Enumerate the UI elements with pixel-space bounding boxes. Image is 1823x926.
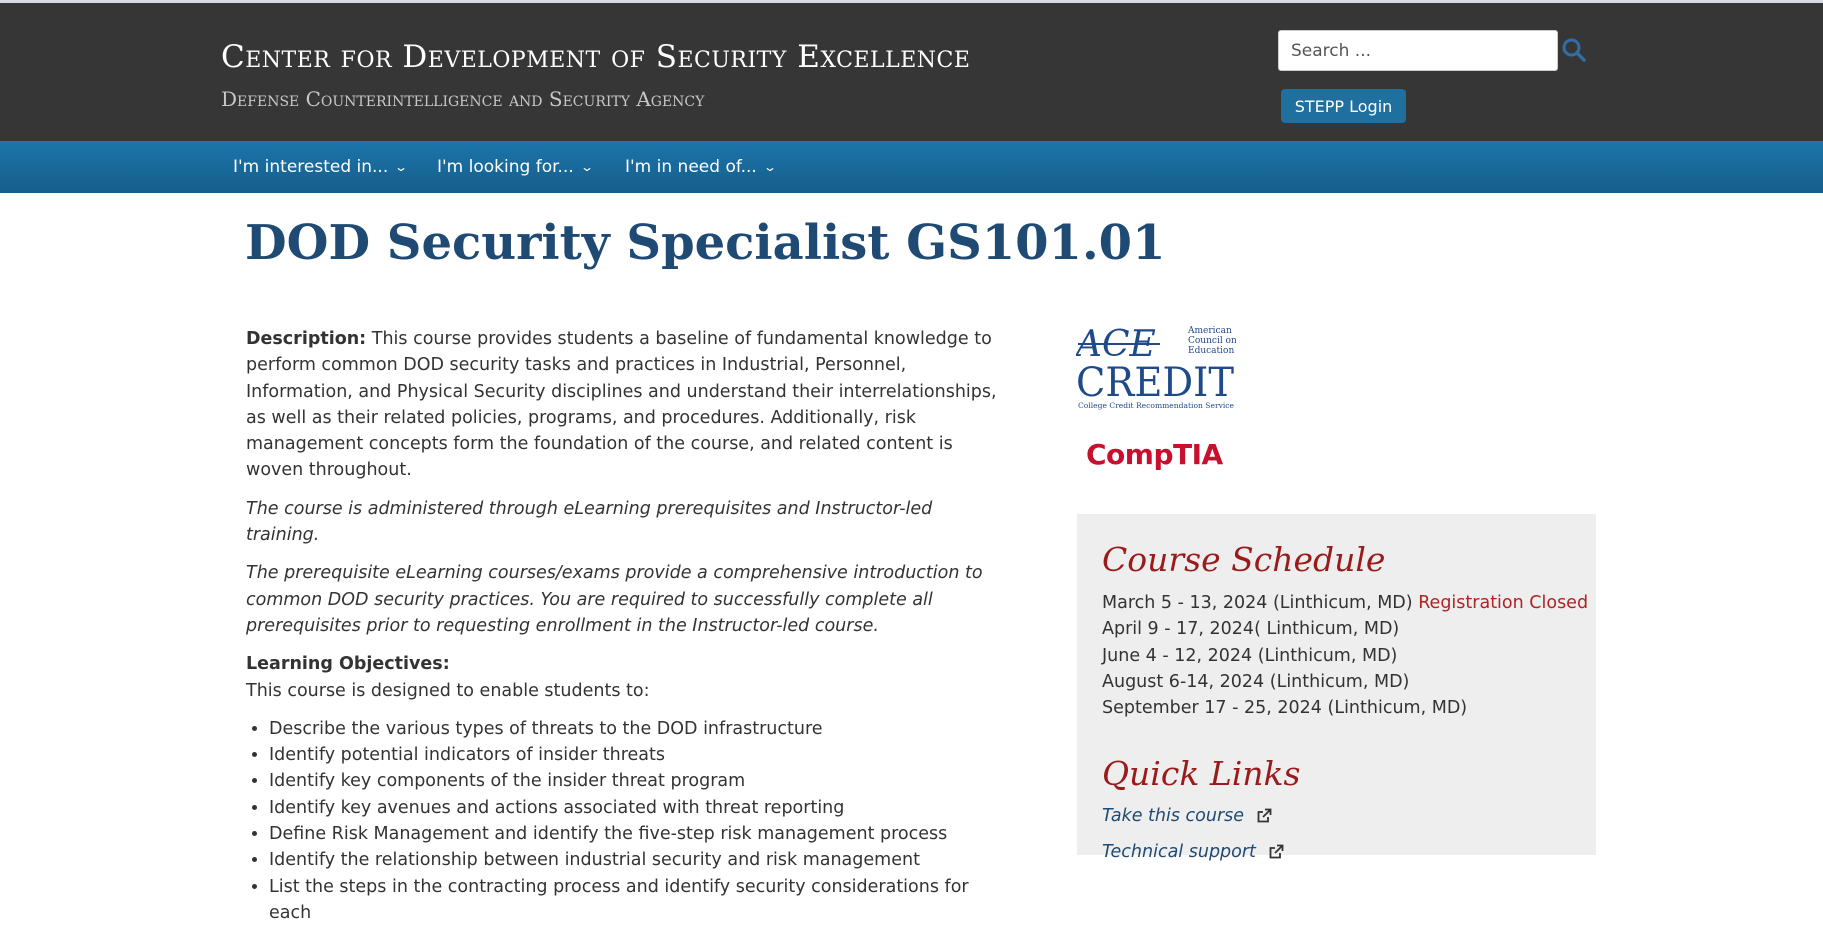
list-item: Describe the various types of threats to… — [269, 716, 1011, 742]
site-subtitle: Defense Counterintelligence and Security… — [221, 87, 705, 111]
learning-objectives-list: Describe the various types of threats to… — [246, 716, 1011, 926]
nav-item-looking-for[interactable]: I'm looking for... ⌄ — [437, 141, 594, 193]
administered-note: The course is administered through eLear… — [246, 498, 933, 546]
list-item: Identify key components of the insider t… — [269, 768, 1011, 794]
site-title[interactable]: Center for Development of Security Excel… — [221, 39, 970, 75]
ace-tagline: College Credit Recommendation Service — [1078, 401, 1235, 410]
list-item: Define Risk Management and identify the … — [269, 821, 1011, 847]
status-badge: Registration Closed — [1418, 593, 1589, 613]
nav-item-label: I'm in need of... — [625, 157, 757, 177]
list-item: Identify key avenues and actions associa… — [269, 795, 1011, 821]
ace-org-line: American — [1187, 326, 1232, 336]
list-item: August 6-14, 2024 (Linthicum, MD) — [1102, 669, 1588, 695]
list-item: Identify potential indicators of insider… — [269, 742, 1011, 768]
nav-item-label: I'm looking for... — [437, 157, 574, 177]
quick-link-label: Technical support — [1102, 842, 1256, 862]
list-item: March 5 - 13, 2024 (Linthicum, MD) Regis… — [1102, 590, 1588, 616]
schedule-date: June 4 - 12, 2024 (Linthicum, MD) — [1102, 645, 1398, 666]
prerequisite-note: The prerequisite eLearning courses/exams… — [246, 563, 983, 636]
schedule-date: August 6-14, 2024 (Linthicum, MD) — [1102, 671, 1410, 692]
chevron-down-icon: ⌄ — [579, 160, 594, 174]
ace-credit-logo: ACE American Council on Education CREDIT… — [1076, 324, 1236, 410]
search-icon — [1562, 38, 1586, 62]
external-link-icon — [1257, 808, 1272, 823]
schedule-date: September 17 - 25, 2024 (Linthicum, MD) — [1102, 698, 1468, 719]
comptia-logo-text: CompTIA — [1086, 438, 1223, 471]
learning-objectives-intro: This course is designed to enable studen… — [246, 680, 650, 701]
nav-item-in-need-of[interactable]: I'm in need of... ⌄ — [625, 141, 777, 193]
search-button[interactable] — [1560, 37, 1588, 65]
search-input[interactable] — [1278, 30, 1558, 71]
course-schedule-list: March 5 - 13, 2024 (Linthicum, MD) Regis… — [1102, 590, 1588, 721]
comptia-logo: CompTIA — [1086, 438, 1223, 471]
schedule-date: March 5 - 13, 2024 (Linthicum, MD) — [1102, 593, 1413, 613]
site-header: Center for Development of Security Excel… — [0, 3, 1823, 141]
quick-links-heading: Quick Links — [1102, 754, 1301, 793]
external-link-icon — [1269, 844, 1283, 859]
main-nav: I'm interested in... ⌄ I'm looking for..… — [0, 141, 1823, 193]
schedule-date: April 9 - 17, 2024( Linthicum, MD) — [1102, 619, 1400, 640]
nav-item-interested-in[interactable]: I'm interested in... ⌄ — [233, 141, 409, 193]
description-text: This course provides students a baseline… — [246, 329, 997, 481]
list-item: September 17 - 25, 2024 (Linthicum, MD) — [1102, 695, 1588, 721]
stepp-login-button[interactable]: STEPP Login — [1281, 89, 1406, 123]
ace-org-line: Council on — [1188, 336, 1236, 346]
take-this-course-link[interactable]: Take this course — [1102, 806, 1272, 826]
list-item: Identify the relationship between indust… — [269, 847, 1011, 873]
list-item: List the steps in the contracting proces… — [269, 874, 1011, 926]
nav-item-label: I'm interested in... — [233, 157, 389, 177]
description-paragraph: Description: This course provides studen… — [246, 326, 1011, 484]
chevron-down-icon: ⌄ — [762, 160, 777, 174]
ace-credit-text: CREDIT — [1076, 360, 1234, 406]
ace-org-line: Education — [1188, 346, 1234, 356]
learning-objectives-label: Learning Objectives: — [246, 654, 450, 675]
page-title: DOD Security Specialist GS101.01 — [245, 215, 1166, 271]
course-description: Description: This course provides studen… — [246, 326, 1011, 926]
description-label: Description: — [246, 329, 367, 349]
list-item: April 9 - 17, 2024( Linthicum, MD) — [1102, 616, 1588, 642]
course-sidebar: Course Schedule March 5 - 13, 2024 (Lint… — [1077, 514, 1596, 862]
course-schedule-heading: Course Schedule — [1102, 540, 1386, 579]
technical-support-link[interactable]: Technical support — [1102, 842, 1284, 862]
list-item: June 4 - 12, 2024 (Linthicum, MD) — [1102, 643, 1588, 669]
quick-link-label: Take this course — [1102, 806, 1245, 826]
chevron-down-icon: ⌄ — [394, 160, 409, 174]
